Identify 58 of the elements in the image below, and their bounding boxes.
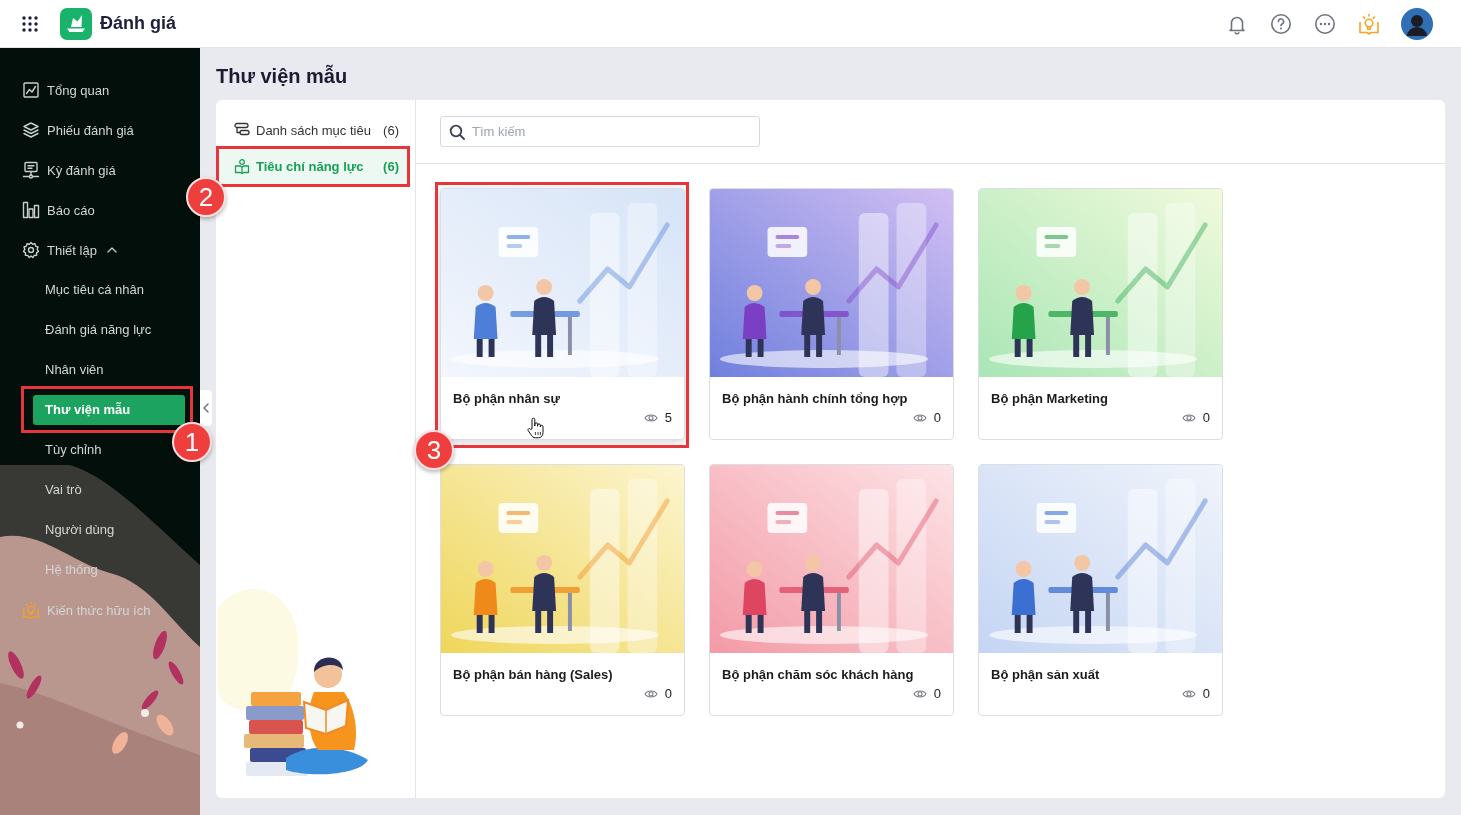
- page-title: Thư viện mẫu: [216, 63, 348, 89]
- sidebar-subitem[interactable]: Mục tiêu cá nhân: [33, 275, 150, 305]
- annotation-marker: 3: [414, 430, 454, 470]
- template-card[interactable]: Bộ phận Marketing 0: [978, 188, 1223, 440]
- template-card[interactable]: Bộ phận bán hàng (Sales) 0: [440, 464, 685, 716]
- eye-icon: [643, 689, 658, 699]
- app-grid-menu-icon[interactable]: [22, 15, 38, 32]
- sidebar-subitem[interactable]: Tùy chỉnh: [33, 435, 108, 465]
- card-title: Bộ phận nhân sự: [453, 391, 560, 407]
- card-title: Bộ phận Marketing: [991, 391, 1108, 407]
- view-count: 5: [664, 410, 672, 426]
- settings-icon: [22, 241, 40, 259]
- bar-chart-icon: [22, 201, 40, 219]
- view-count: 0: [1202, 410, 1210, 426]
- eye-icon: [1181, 689, 1196, 699]
- card-title: Bộ phận chăm sóc khách hàng: [722, 667, 914, 683]
- help-icon[interactable]: [1270, 12, 1292, 35]
- hand-cursor-icon: [527, 417, 544, 439]
- card-title: Bộ phận sản xuất: [991, 667, 1100, 683]
- item-count: (6): [383, 122, 399, 138]
- stacked-list-icon: [234, 122, 250, 138]
- avatar-icon[interactable]: [1401, 7, 1433, 40]
- app-name: Đánh giá: [100, 13, 176, 34]
- sidebar-item[interactable]: Báo cáo: [22, 195, 99, 225]
- search-icon: [449, 124, 465, 140]
- sidebar-subitem[interactable]: Vai trò: [33, 475, 88, 505]
- view-count: 0: [1202, 686, 1210, 702]
- more-options-icon[interactable]: [1314, 12, 1336, 35]
- book-person-icon: [234, 158, 250, 174]
- sidebar-item[interactable]: Thiết lập: [22, 235, 121, 265]
- view-count: 0: [933, 686, 941, 702]
- presentation-board-icon: [22, 161, 40, 179]
- category-tab[interactable]: Danh sách mục tiêu (6): [218, 112, 410, 148]
- card-title: Bộ phận hành chính tổng hợp: [722, 391, 908, 407]
- sidebar-subitem[interactable]: Người dùng: [33, 515, 121, 545]
- card-title: Bộ phận bán hàng (Sales): [453, 667, 613, 683]
- template-card[interactable]: Bộ phận hành chính tổng hợp 0: [709, 188, 954, 440]
- eye-icon: [1181, 413, 1196, 423]
- sidebar-subitem[interactable]: Đánh giá năng lực: [33, 315, 158, 345]
- template-card[interactable]: Bộ phận chăm sóc khách hàng 0: [709, 464, 954, 716]
- item-count: (6): [383, 158, 399, 174]
- template-card[interactable]: Bộ phận nhân sự 5: [440, 188, 685, 440]
- sidebar-subitem[interactable]: Nhân viên: [33, 355, 110, 385]
- eye-icon: [912, 689, 927, 699]
- sidebar-item[interactable]: Phiếu đánh giá: [22, 115, 138, 145]
- chevron-left-icon: [203, 403, 209, 413]
- lightbulb-book-icon: [22, 601, 40, 619]
- sidebar-item[interactable]: Kỳ đánh giá: [22, 155, 120, 185]
- search-field[interactable]: Tìm kiếm: [440, 116, 760, 147]
- view-count: 0: [933, 410, 941, 426]
- eye-icon: [912, 413, 927, 423]
- eye-icon: [643, 413, 658, 423]
- line-chart-icon: [22, 81, 40, 99]
- layers-icon: [22, 121, 40, 139]
- app-logo-icon: [60, 7, 92, 40]
- template-card[interactable]: Bộ phận sản xuất 0: [978, 464, 1223, 716]
- sidebar-item[interactable]: Tổng quan: [22, 75, 114, 105]
- view-count: 0: [664, 686, 672, 702]
